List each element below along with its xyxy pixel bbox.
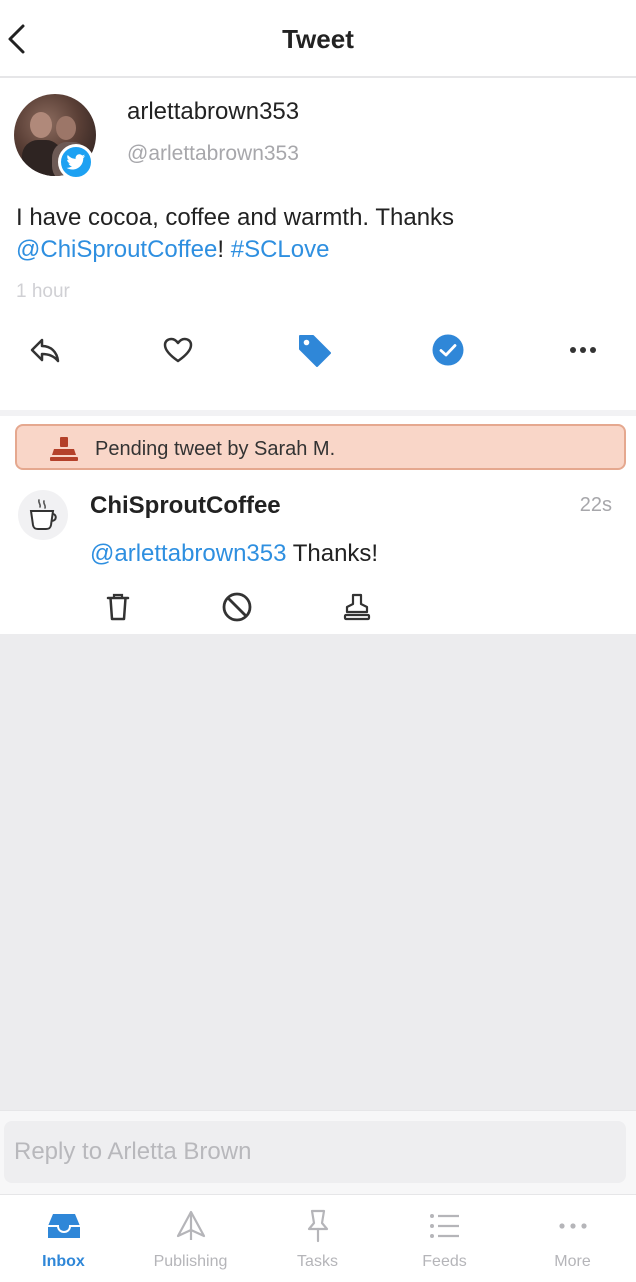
paper-plane-icon bbox=[176, 1210, 205, 1240]
more-button[interactable] bbox=[563, 330, 603, 370]
pending-reply-card: Pending tweet by Sarah M. ChiSproutCoffe… bbox=[0, 416, 636, 634]
reply-text-body: Thanks! bbox=[286, 540, 379, 567]
reply-mention-link[interactable]: @arlettabrown353 bbox=[90, 540, 286, 567]
pending-banner: Pending tweet by Sarah M. bbox=[15, 424, 626, 470]
stamp-icon bbox=[343, 593, 371, 621]
complete-button[interactable] bbox=[428, 330, 468, 370]
tab-feeds[interactable]: Feeds bbox=[381, 1195, 508, 1282]
tab-inbox[interactable]: Inbox bbox=[0, 1195, 127, 1282]
pending-label: Pending tweet by Sarah M. bbox=[95, 438, 336, 460]
block-icon bbox=[222, 592, 252, 622]
tweet-timestamp: 1 hour bbox=[16, 281, 70, 302]
tweet-text-punct: ! bbox=[217, 236, 231, 263]
approve-button[interactable] bbox=[340, 590, 374, 624]
tweet-text-body: I have cocoa, coffee and warmth. Thanks bbox=[16, 204, 455, 231]
twitter-bird-icon bbox=[66, 153, 86, 169]
tab-inbox-label: Inbox bbox=[42, 1253, 85, 1270]
ellipsis-icon bbox=[558, 1223, 587, 1229]
coffee-cup-icon bbox=[29, 499, 57, 530]
page-title: Tweet bbox=[282, 24, 354, 54]
reply-input[interactable] bbox=[4, 1121, 626, 1183]
reply-button[interactable] bbox=[25, 330, 65, 370]
tweet-card: arlettabrown353 @arlettabrown353 I have … bbox=[0, 80, 636, 410]
trash-icon bbox=[106, 593, 130, 621]
checkmark-circle-icon bbox=[432, 334, 464, 366]
mention-link[interactable]: @ChiSproutCoffee bbox=[16, 236, 217, 263]
tab-publishing[interactable]: Publishing bbox=[127, 1195, 254, 1282]
top-nav-bar: Tweet bbox=[0, 0, 636, 78]
reply-icon bbox=[30, 338, 60, 363]
user-handle: @arlettabrown353 bbox=[127, 142, 299, 165]
pin-icon bbox=[307, 1209, 328, 1243]
reply-text: @arlettabrown353 Thanks! bbox=[90, 540, 378, 568]
ellipsis-icon bbox=[570, 347, 596, 353]
delete-button[interactable] bbox=[101, 590, 135, 624]
like-button[interactable] bbox=[158, 330, 198, 370]
reply-author-name[interactable]: ChiSproutCoffee bbox=[90, 492, 281, 520]
tab-tasks-label: Tasks bbox=[297, 1253, 338, 1270]
list-icon bbox=[429, 1214, 459, 1238]
reply-bar bbox=[0, 1110, 636, 1194]
tab-publishing-label: Publishing bbox=[153, 1253, 228, 1270]
tag-button[interactable] bbox=[295, 330, 335, 370]
tab-more-label: More bbox=[554, 1253, 591, 1270]
display-name[interactable]: arlettabrown353 bbox=[127, 98, 299, 126]
tab-tasks[interactable]: Tasks bbox=[254, 1195, 381, 1282]
bottom-tab-bar: Inbox Publishing Tasks Feeds More bbox=[0, 1194, 636, 1282]
reply-timestamp: 22s bbox=[579, 494, 612, 516]
stamp-icon bbox=[50, 437, 78, 461]
tab-more[interactable]: More bbox=[509, 1195, 636, 1282]
inbox-icon bbox=[47, 1214, 80, 1238]
tag-icon bbox=[299, 335, 331, 367]
brand-avatar[interactable] bbox=[18, 490, 68, 540]
heart-icon bbox=[163, 337, 193, 363]
tweet-text: I have cocoa, coffee and warmth. Thanks @… bbox=[16, 202, 616, 266]
twitter-badge bbox=[58, 144, 94, 180]
hashtag-link[interactable]: #SCLove bbox=[231, 236, 330, 263]
reject-button[interactable] bbox=[220, 590, 254, 624]
empty-area bbox=[0, 634, 636, 1110]
tab-feeds-label: Feeds bbox=[422, 1253, 467, 1270]
